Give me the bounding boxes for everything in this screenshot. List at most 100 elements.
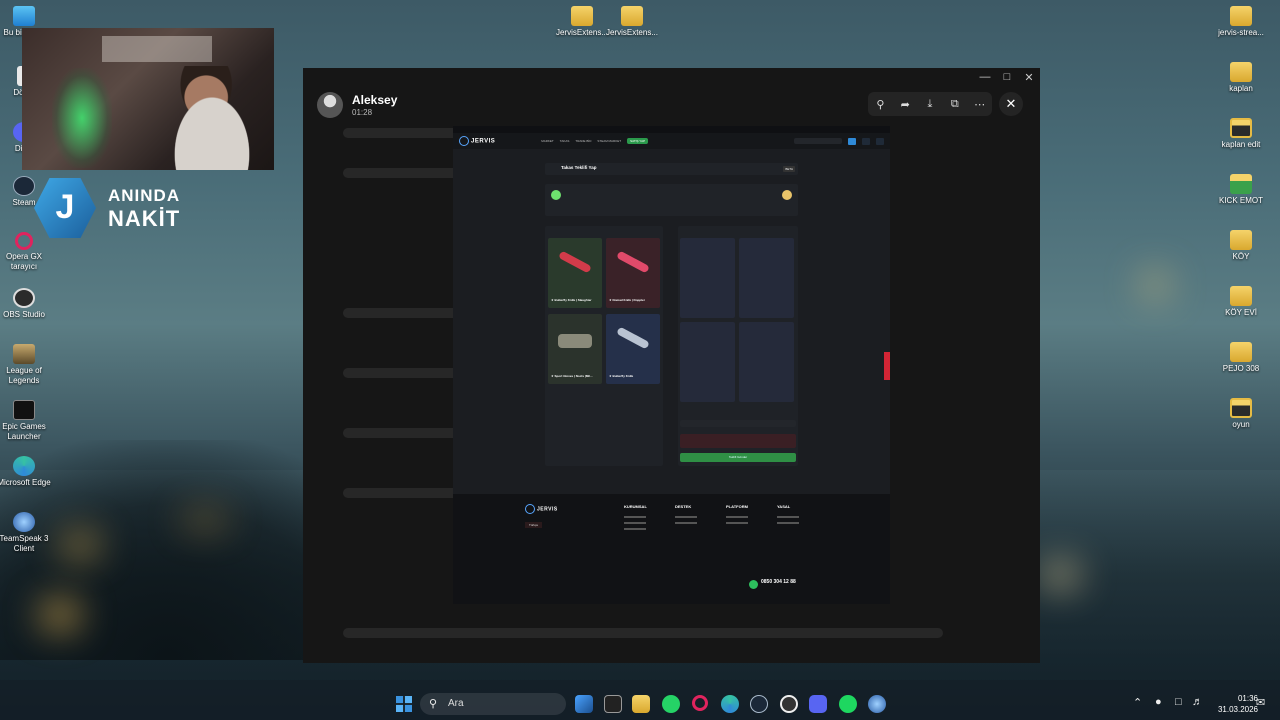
site-logo: JERVIS bbox=[459, 136, 495, 146]
send-offer-button: Teklifi Gönder bbox=[680, 453, 796, 462]
webcam-person bbox=[154, 66, 270, 170]
open-external-icon[interactable]: ⧉ bbox=[946, 98, 964, 111]
pc-icon bbox=[13, 6, 35, 26]
offer-title: Takas Teklifi Yap bbox=[561, 165, 597, 170]
footer-link bbox=[675, 516, 697, 518]
site-nav-button bbox=[876, 137, 884, 145]
wallpaper-light bbox=[40, 600, 80, 630]
folder-icon bbox=[1230, 118, 1252, 138]
taskbar-opera-gx-icon[interactable] bbox=[692, 695, 708, 711]
avatar[interactable] bbox=[317, 92, 343, 118]
minimize-icon[interactable]: — bbox=[975, 71, 995, 87]
desktop-icon-folder[interactable]: kaplan edit bbox=[1209, 118, 1273, 150]
taskbar-steam-icon[interactable] bbox=[750, 695, 768, 713]
lol-icon bbox=[13, 344, 35, 364]
network-icon[interactable]: □ bbox=[1175, 696, 1182, 708]
hexagon-logo-icon: J bbox=[34, 178, 96, 238]
whatsapp-icon bbox=[749, 580, 758, 589]
logo-line-1: ANINDA bbox=[108, 186, 181, 205]
item-card: ★ Sport Gloves | Nocts (Mil... bbox=[548, 314, 602, 384]
desktop-icon-folder[interactable]: kaplan bbox=[1209, 62, 1273, 94]
desktop-icon-folder[interactable]: KÖY EVİ bbox=[1209, 286, 1273, 318]
taskbar-epic-icon[interactable] bbox=[604, 695, 622, 713]
desktop-icon-teamspeak[interactable]: TeamSpeak 3 Client bbox=[0, 512, 56, 554]
volume-icon[interactable]: ♬ bbox=[1192, 696, 1203, 708]
footer-heading: DESTEK bbox=[675, 504, 692, 509]
live-support-tab bbox=[884, 352, 890, 380]
notification-icon[interactable]: ✉ bbox=[1256, 696, 1265, 709]
epic-icon bbox=[13, 400, 35, 420]
nav-item: TRADE BİD bbox=[575, 139, 592, 143]
desktop-icon-edge[interactable]: Microsoft Edge bbox=[0, 456, 56, 488]
aninda-nakit-logo: J ANINDA NAKİT bbox=[34, 178, 204, 240]
message-field bbox=[680, 420, 796, 427]
nav-item: MARKET bbox=[541, 139, 554, 143]
desktop-icon-folder[interactable]: oyun bbox=[1209, 398, 1273, 430]
edge-icon bbox=[13, 456, 35, 476]
footer-link bbox=[624, 522, 646, 524]
taskbar-record-icon[interactable] bbox=[780, 695, 798, 713]
desktop-icon-epic[interactable]: Epic Games Launcher bbox=[0, 400, 56, 442]
webcam-shelf bbox=[102, 36, 212, 62]
desktop-icon-folder[interactable]: KICK EMOT bbox=[1209, 174, 1273, 206]
empty-slot bbox=[739, 238, 794, 318]
support-phone: 0850 304 12 88 bbox=[761, 579, 796, 585]
item-name: ★ Butterfly Knife bbox=[609, 374, 634, 378]
offer-header: Takas Teklifi Yap BETA bbox=[545, 163, 798, 175]
teamspeak-icon bbox=[13, 512, 35, 532]
desktop-icon-obs[interactable]: OBS Studio bbox=[0, 288, 56, 320]
image-viewer-window: — □ ✕ Aleksey 01:28 ⚲ ➦ ⤓ ⧉ ⋯ ✕ JERVIS M… bbox=[303, 68, 1040, 663]
item-card: ★ Butterfly Knife | Slaughter bbox=[548, 238, 602, 308]
footer-link bbox=[624, 528, 646, 530]
underlay-row bbox=[343, 628, 943, 638]
taskbar-cube-icon[interactable] bbox=[575, 695, 593, 713]
sender-name: Aleksey bbox=[352, 93, 398, 107]
share-icon[interactable]: ➦ bbox=[896, 98, 914, 111]
windows-start-icon[interactable] bbox=[396, 696, 412, 712]
beta-badge: BETA bbox=[783, 166, 795, 172]
folder-icon bbox=[1230, 230, 1252, 250]
microphone-icon[interactable]: ● bbox=[1155, 696, 1162, 708]
taskbar-clock[interactable]: 01:36 31.03.2026 bbox=[1218, 693, 1258, 715]
footer-heading: YASAL bbox=[777, 504, 791, 509]
empty-slot bbox=[680, 238, 735, 318]
empty-slot bbox=[680, 322, 735, 402]
logo-line-2: NAKİT bbox=[108, 206, 181, 231]
window-close-icon[interactable]: ✕ bbox=[1019, 71, 1039, 87]
my-items-panel: ★ Butterfly Knife | Slaughter ★ Nomad Kn… bbox=[545, 226, 663, 466]
download-icon[interactable]: ⤓ bbox=[921, 98, 939, 111]
party-avatar bbox=[782, 190, 792, 200]
desktop-icon-folder[interactable]: JervisExtens... bbox=[600, 6, 664, 38]
taskbar-spotify-icon[interactable] bbox=[839, 695, 857, 713]
zoom-icon[interactable]: ⚲ bbox=[871, 98, 889, 111]
taskbar-edge-icon[interactable] bbox=[721, 695, 739, 713]
folder-icon bbox=[1230, 6, 1252, 26]
wallpaper-light bbox=[1040, 560, 1080, 590]
item-name: ★ Butterfly Knife | Slaughter bbox=[551, 298, 592, 302]
desktop-icon-league[interactable]: League of Legends bbox=[0, 344, 56, 386]
viewer-close-button[interactable]: ✕ bbox=[999, 92, 1023, 116]
footer-heading: PLATFORM bbox=[726, 504, 748, 509]
more-icon[interactable]: ⋯ bbox=[971, 98, 989, 111]
taskbar-teamspeak-icon[interactable] bbox=[868, 695, 886, 713]
underlay-row bbox=[343, 368, 463, 378]
taskbar-folder-icon[interactable] bbox=[632, 695, 650, 713]
chevron-up-icon[interactable]: ⌃ bbox=[1133, 696, 1142, 709]
desktop-icon-folder[interactable]: PEJO 308 bbox=[1209, 342, 1273, 374]
clock-date: 31.03.2026 bbox=[1217, 705, 1258, 714]
footer-heading: KURUMSAL bbox=[624, 504, 647, 509]
maximize-icon[interactable]: □ bbox=[997, 71, 1017, 87]
party-avatar bbox=[551, 190, 561, 200]
footer-link bbox=[726, 522, 748, 524]
taskbar-discord-icon[interactable] bbox=[809, 695, 827, 713]
search-placeholder: Ara bbox=[448, 698, 464, 709]
footer-link bbox=[777, 516, 799, 518]
folder-icon bbox=[571, 6, 593, 26]
taskbar-whatsapp-icon[interactable] bbox=[662, 695, 680, 713]
steam-icon bbox=[13, 176, 35, 196]
taskbar-search[interactable]: ⚲ Ara bbox=[420, 693, 566, 715]
desktop-icon-folder[interactable]: jervis-strea... bbox=[1209, 6, 1273, 38]
clock-time: 01:36 bbox=[1237, 694, 1258, 703]
site-nav: JERVIS MARKET TAKAS TRADE BİD STEAM MARK… bbox=[453, 133, 890, 149]
desktop-icon-folder[interactable]: KÖY bbox=[1209, 230, 1273, 262]
